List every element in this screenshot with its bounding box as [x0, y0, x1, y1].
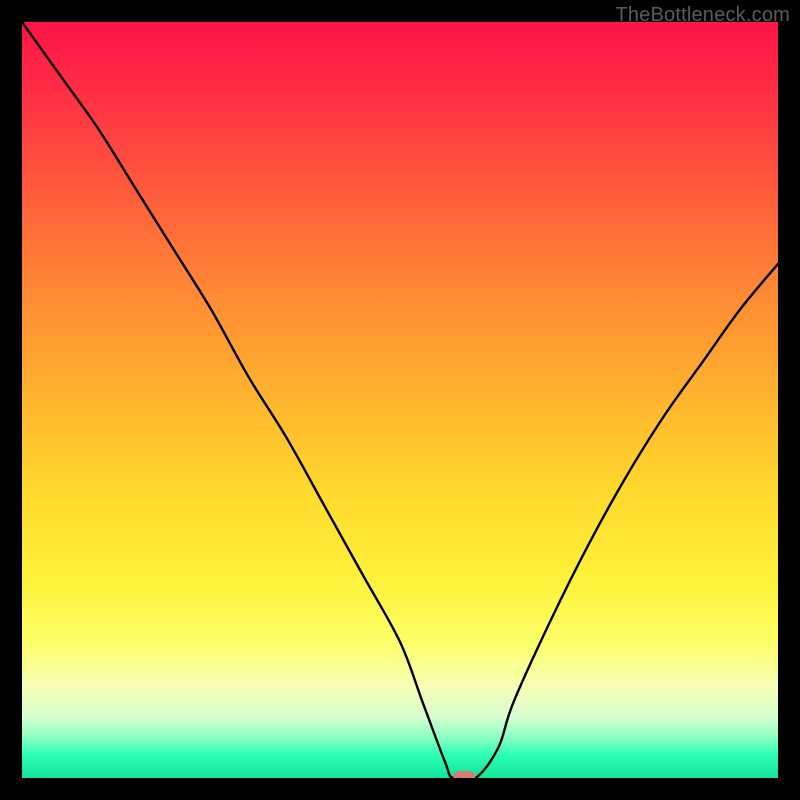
plot-svg	[22, 22, 778, 778]
watermark-text: TheBottleneck.com	[615, 4, 790, 27]
bottleneck-curve	[22, 22, 778, 778]
optimum-marker	[453, 771, 475, 778]
chart-frame: TheBottleneck.com	[0, 0, 800, 800]
plot-area	[22, 22, 778, 778]
